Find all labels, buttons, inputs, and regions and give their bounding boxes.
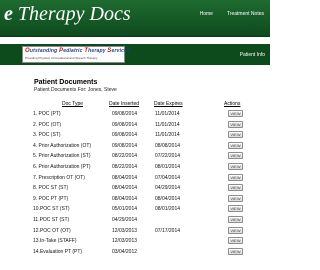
date-inserted-cell: 04/29/2014 xyxy=(112,216,138,223)
column-header-doc-type[interactable]: Doc Type xyxy=(62,101,83,107)
table-row: 2. POC (OT) 09/08/2014 11/01/2014 VIEW xyxy=(0,120,270,131)
doc-type-cell: 7. Prescription OT (OT) xyxy=(33,174,85,181)
logo-word: ediatric xyxy=(63,48,85,54)
top-nav: Home Treatment Notes xyxy=(200,11,264,17)
table-row: 13.In-Take (STAFF) 12/03/2013 VIEW xyxy=(0,236,270,247)
logo-word: herapy xyxy=(88,48,108,54)
date-inserted-cell: 08/04/2014 xyxy=(112,185,138,192)
table-row: 5. Prior Authorization (ST) 08/22/2014 0… xyxy=(0,151,270,162)
date-expires-cell: 07/17/2014 xyxy=(155,227,181,234)
practice-tagline: Providing Physical, Occupational and Spe… xyxy=(25,56,98,60)
table-row: 7. Prescription OT (OT) 08/04/2014 07/04… xyxy=(0,173,270,184)
date-inserted-cell: 08/04/2014 xyxy=(112,174,138,181)
brand-logo[interactable]: e Therapy Docs xyxy=(4,3,131,26)
date-expires-cell: 07/22/2014 xyxy=(155,153,181,160)
date-expires-cell: 11/01/2014 xyxy=(155,111,180,117)
table-row: 12.POC OT (OT) 12/03/2013 07/17/2014 VIE… xyxy=(0,226,270,237)
doc-type-cell: 5. Prior Authorization (ST) xyxy=(33,153,91,160)
practice-banner: Outstanding Pediatric Therapy Services P… xyxy=(0,44,270,65)
logo-word: ervices xyxy=(111,48,131,54)
doc-type-cell: 13.In-Take (STAFF) xyxy=(33,238,77,245)
view-button[interactable]: VIEW xyxy=(228,194,243,202)
column-header-actions: Actions xyxy=(224,101,241,107)
doc-type-cell: 9. POC PT (PT) xyxy=(33,195,69,202)
date-inserted-cell: 08/22/2014 xyxy=(112,153,138,160)
page-subtitle: Patient Documents For: Jones, Steve xyxy=(34,87,117,93)
date-inserted-cell: 09/08/2014 xyxy=(112,142,138,149)
date-inserted-cell: 09/08/2014 xyxy=(112,132,138,139)
date-expires-cell: 04/29/2014 xyxy=(155,185,181,192)
view-button[interactable]: VIEW xyxy=(228,247,243,255)
date-expires-cell: 08/08/2014 xyxy=(155,142,181,149)
doc-type-cell: 8. POC ST (ST) xyxy=(33,185,69,192)
practice-name: Outstanding Pediatric Therapy Services xyxy=(25,48,130,54)
column-header-date-expires[interactable]: Date Expires xyxy=(154,101,183,107)
date-expires-cell: 11/01/2014 xyxy=(155,132,180,139)
view-button[interactable]: VIEW xyxy=(228,226,243,234)
date-inserted-cell: 03/04/2012 xyxy=(112,248,138,255)
view-button[interactable]: VIEW xyxy=(228,141,243,149)
date-inserted-cell: 05/01/2014 xyxy=(112,206,138,213)
logo-word: utstanding xyxy=(29,48,60,54)
table-row: 4. Prior Authorization (OT) 09/08/2014 0… xyxy=(0,141,270,152)
nav-home-link[interactable]: Home xyxy=(200,11,213,17)
date-inserted-cell: 12/03/2013 xyxy=(112,238,138,245)
table-row: 10.POC ST (ST) 05/01/2014 08/01/2014 VIE… xyxy=(0,204,270,215)
date-inserted-cell: 08/22/2014 xyxy=(112,163,138,170)
date-expires-cell: 08/04/2014 xyxy=(155,195,181,202)
date-inserted-cell: 09/08/2014 xyxy=(112,121,138,128)
table-row: 11.POC ST (ST) 04/29/2014 VIEW xyxy=(0,215,270,226)
table-row: 9. POC PT (PT) 08/04/2014 08/04/2014 VIE… xyxy=(0,194,270,205)
doc-type-cell: 1. POC (PT) xyxy=(33,111,61,117)
patient-info-link[interactable]: Patient Info xyxy=(240,52,265,58)
view-button[interactable]: VIEW xyxy=(228,162,243,170)
view-button[interactable]: VIEW xyxy=(228,152,243,160)
doc-type-cell: 6. Prior Authorization (PT) xyxy=(33,163,91,170)
view-button[interactable]: VIEW xyxy=(228,205,243,213)
view-button[interactable]: VIEW xyxy=(228,184,243,192)
doc-type-cell: 3. POC (ST) xyxy=(33,132,61,139)
table-row: 3. POC (ST) 09/08/2014 11/01/2014 VIEW xyxy=(0,130,270,141)
brand-prefix: e xyxy=(4,3,13,25)
view-button[interactable]: VIEW xyxy=(228,237,243,245)
doc-type-cell: 14.Evaluation PT (PT) xyxy=(33,248,83,255)
date-inserted-cell: 09/08/2014 xyxy=(112,111,138,117)
date-inserted-cell: 12/03/2013 xyxy=(112,227,138,234)
view-button[interactable]: VIEW xyxy=(228,215,243,223)
date-expires-cell: 11/01/2014 xyxy=(155,121,180,128)
column-header-date-inserted[interactable]: Date Inserted xyxy=(109,101,139,107)
view-button[interactable]: VIEW xyxy=(228,173,243,181)
view-button[interactable]: VIEW xyxy=(228,110,243,117)
table-row: 6. Prior Authorization (PT) 08/22/2014 0… xyxy=(0,162,270,173)
app-header: e Therapy Docs Home Treatment Notes xyxy=(0,0,270,37)
practice-logo: Outstanding Pediatric Therapy Services P… xyxy=(22,46,130,63)
table-row: 14.Evaluation PT (PT) 03/04/2012 VIEW xyxy=(0,247,270,258)
documents-table: 1. POC (PT) 09/08/2014 11/01/2014 VIEW 2… xyxy=(0,109,270,257)
doc-type-cell: 12.POC OT (OT) xyxy=(33,227,71,234)
page-title: Patient Documents xyxy=(34,79,98,86)
date-inserted-cell: 08/04/2014 xyxy=(112,195,138,202)
brand-name: Therapy Docs xyxy=(17,3,131,25)
doc-type-cell: 4. Prior Authorization (OT) xyxy=(33,142,92,149)
table-row: 1. POC (PT) 09/08/2014 11/01/2014 VIEW xyxy=(0,109,270,120)
view-button[interactable]: VIEW xyxy=(228,131,243,139)
doc-type-cell: 11.POC ST (ST) xyxy=(33,216,70,223)
table-row: 8. POC ST (ST) 08/04/2014 04/29/2014 VIE… xyxy=(0,183,270,194)
date-expires-cell: 07/04/2014 xyxy=(155,174,181,181)
date-expires-cell: 08/01/2014 xyxy=(155,206,181,213)
view-button[interactable]: VIEW xyxy=(228,120,243,128)
doc-type-cell: 10.POC ST (ST) xyxy=(33,206,70,213)
doc-type-cell: 2. POC (OT) xyxy=(33,121,62,128)
nav-treatment-notes-link[interactable]: Treatment Notes xyxy=(227,11,264,17)
date-expires-cell: 08/01/2014 xyxy=(155,163,181,170)
